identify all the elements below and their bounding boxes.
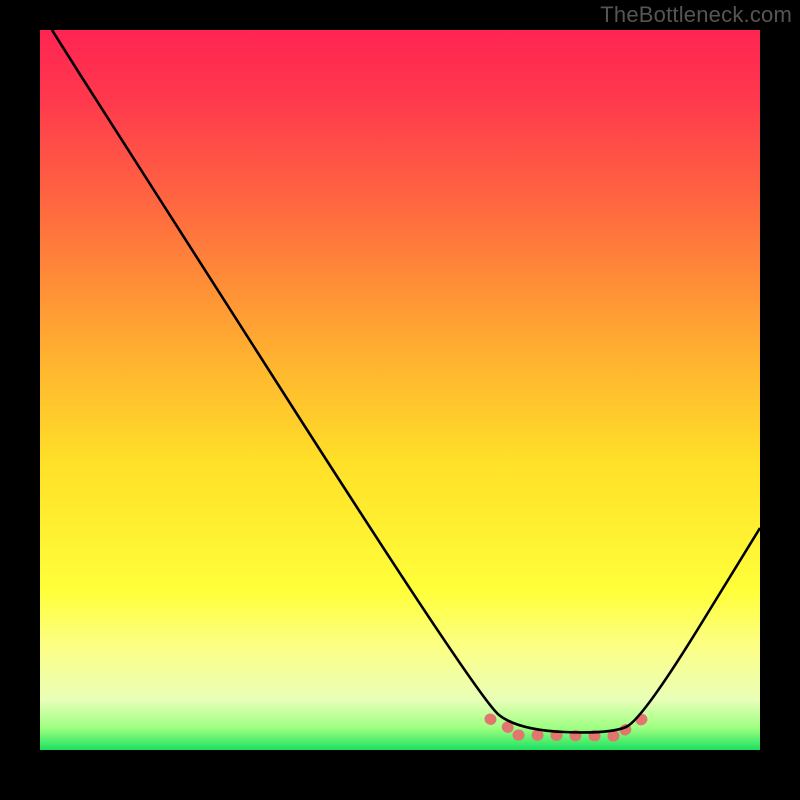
watermark-text: TheBottleneck.com — [600, 2, 792, 28]
gradient-background — [40, 30, 760, 750]
chart-plot-area — [40, 30, 760, 750]
bottleneck-chart — [40, 30, 760, 750]
